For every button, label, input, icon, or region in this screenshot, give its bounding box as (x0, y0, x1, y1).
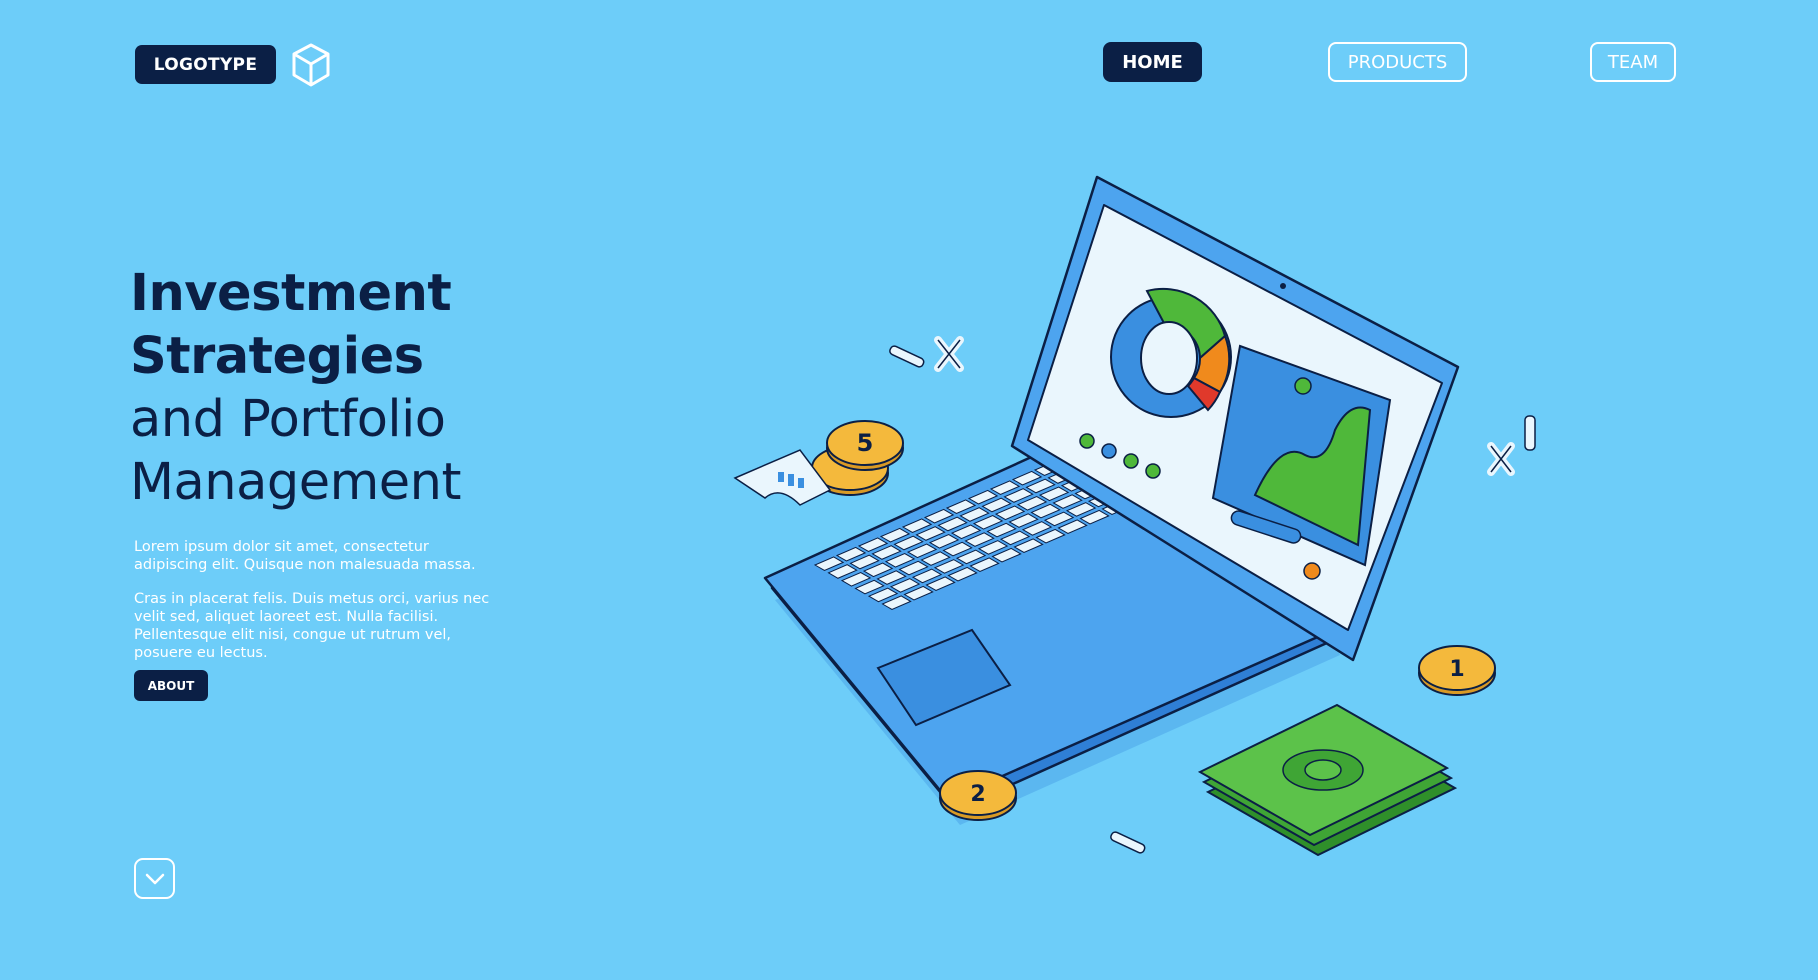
hero-subtitle-line1: and Portfolio (130, 390, 446, 449)
nav-products-button[interactable]: PRODUCTS (1328, 42, 1467, 82)
chevron-down-icon (145, 873, 164, 884)
coin-1: 1 (1418, 645, 1496, 696)
nav-home-button[interactable]: HOME (1103, 42, 1202, 82)
coin-2: 2 (939, 770, 1017, 821)
logotype[interactable]: LOGOTYPE (135, 45, 276, 84)
coin-2-label: 2 (970, 782, 985, 807)
banknote-stack (1197, 703, 1458, 857)
hero-subtitle-line2: Management (130, 453, 461, 512)
navbar: LOGOTYPE HOME PRODUCTS TEAM (0, 0, 1818, 130)
scroll-down-button[interactable] (134, 858, 175, 899)
hero-title-line1: Investment (130, 264, 452, 323)
hero-heading: Investment Strategies and Portfolio Mana… (130, 262, 530, 514)
hero-title-line2: Strategies (130, 327, 424, 386)
nav-team-button[interactable]: TEAM (1590, 42, 1676, 82)
about-button[interactable]: ABOUT (134, 670, 208, 701)
coin-5-label: 5 (857, 429, 874, 457)
cube-icon (292, 43, 330, 87)
coin-1-label: 1 (1449, 657, 1464, 682)
laptop-illustration: 5 1 2 (733, 175, 1536, 857)
hero-paragraph-1: Lorem ipsum dolor sit amet, consectetur … (134, 539, 476, 573)
hero-paragraph-2: Cras in placerat felis. Duis metus orci,… (134, 591, 490, 661)
